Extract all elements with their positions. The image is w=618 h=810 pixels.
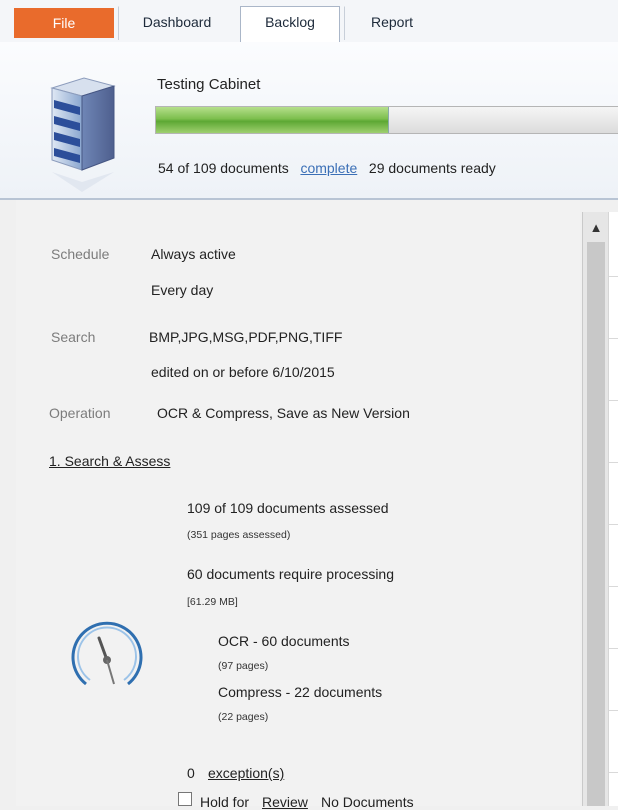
ocr-pages: (97 pages) [218,660,269,672]
tab-report[interactable]: Report [344,6,440,40]
documents-assessed: 109 of 109 documents assessed [187,500,389,516]
search-value-1: BMP,JPG,MSG,PDF,PNG,TIFF [149,329,343,345]
tab-backlog[interactable]: Backlog [240,6,340,43]
status-line: 54 of 109 documents complete 29 document… [158,160,496,176]
file-cabinet-icon [50,77,116,192]
schedule-label: Schedule [51,246,110,262]
review-link[interactable]: Review [262,794,308,810]
tab-file[interactable]: File [14,8,114,38]
hold-for-label: Hold for [200,794,250,810]
hold-for-review-checkbox[interactable] [178,792,192,806]
list-pane-edge [608,212,618,806]
processing-size: [61.29 MB] [187,596,238,608]
no-documents-label: No Documents [321,794,414,810]
complete-link[interactable]: complete [300,160,357,176]
search-assess-link[interactable]: 1. Search & Assess [49,453,170,469]
tab-dashboard[interactable]: Dashboard [118,6,236,40]
documents-require-processing: 60 documents require processing [187,566,395,582]
compress-count: Compress - 22 documents [218,684,383,700]
operation-label: Operation [49,405,111,421]
search-value-2: edited on or before 6/10/2015 [151,364,335,380]
documents-ready-count: 29 documents ready [368,160,496,176]
schedule-value-2: Every day [151,282,214,298]
ribbon-tab-bar: File Dashboard Backlog Report [0,0,618,43]
exceptions-link[interactable]: exception(s) [208,765,284,781]
gauge-icon [71,621,143,686]
progress-bar [155,106,618,134]
vertical-scrollbar[interactable]: ▲ [582,212,609,806]
schedule-value-1: Always active [151,246,236,262]
cabinet-title: Testing Cabinet [157,76,261,93]
cabinet-header: Testing Cabinet 54 of 109 documents comp… [0,42,618,200]
exceptions-count: 0 [187,765,195,781]
compress-pages: (22 pages) [218,711,269,723]
scrollbar-thumb[interactable] [587,242,605,806]
chevron-up-icon[interactable]: ▲ [583,220,609,240]
pages-assessed: (351 pages assessed) [187,529,291,541]
progress-fill [156,107,389,133]
documents-complete-count: 54 of 109 documents [158,160,289,176]
operation-value: OCR & Compress, Save as New Version [157,405,410,421]
search-label: Search [51,329,96,345]
ocr-count: OCR - 60 documents [218,633,350,649]
